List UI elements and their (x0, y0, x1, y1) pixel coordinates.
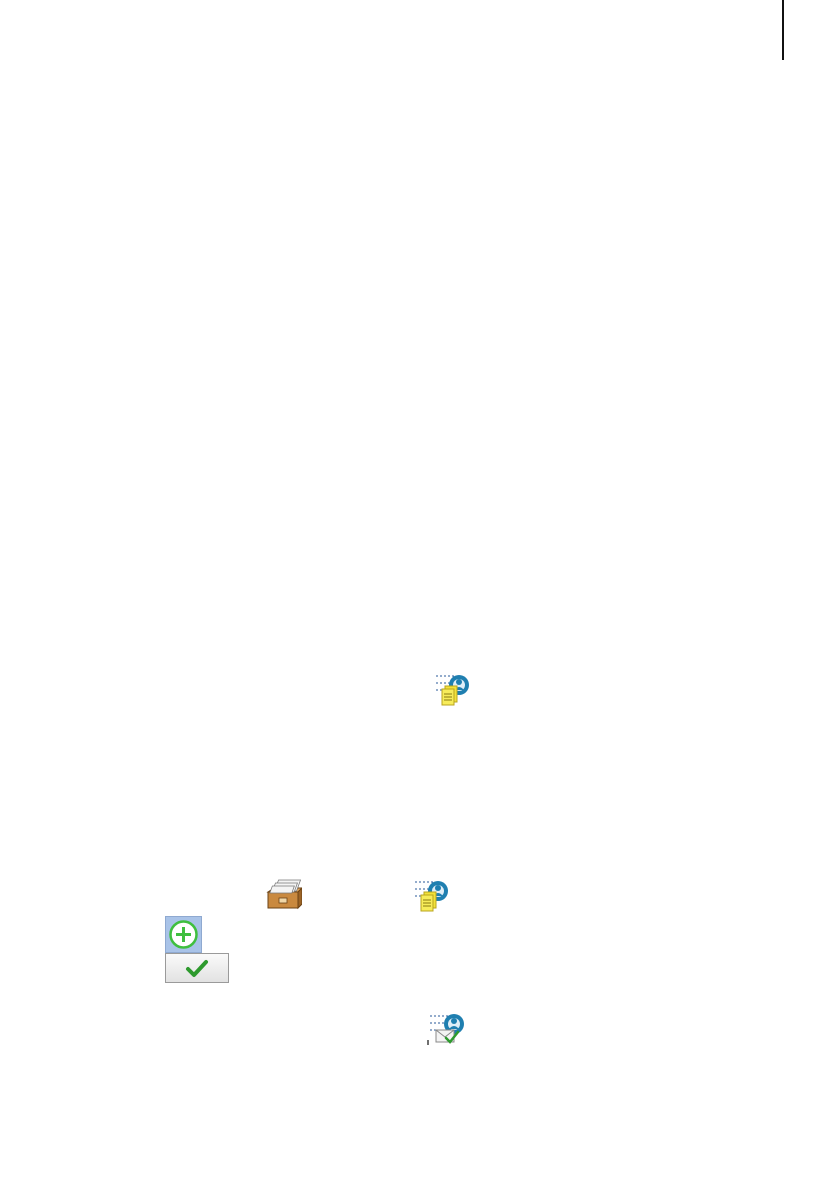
export-users-icon (415, 881, 448, 912)
add-button[interactable] (165, 916, 202, 953)
confirm-button[interactable] (165, 953, 229, 983)
export-users-icon (436, 675, 469, 706)
page-edge-line (782, 0, 784, 60)
database-icon (266, 879, 302, 910)
checkmark-icon (186, 960, 208, 977)
manual-page (0, 0, 840, 1190)
add-circle-icon (169, 920, 198, 949)
import-users-icon (427, 1014, 464, 1045)
